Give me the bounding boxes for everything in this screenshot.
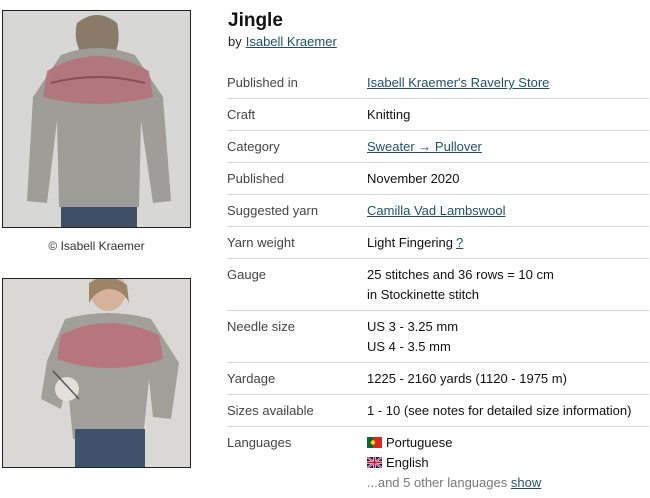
- sweater-front-photo: [3, 279, 190, 467]
- category-link[interactable]: Sweater → Pullover: [367, 139, 482, 154]
- store-link[interactable]: Isabell Kraemer's Ravelry Store: [367, 75, 549, 90]
- detail-row-needles: Needle size US 3 - 3.25 mm US 4 - 3.5 mm: [227, 311, 649, 363]
- detail-row-published-in: Published in Isabell Kraemer's Ravelry S…: [227, 67, 649, 99]
- photo-caption: © Isabell Kraemer: [2, 239, 191, 253]
- detail-row-published: Published November 2020: [227, 163, 649, 195]
- craft-value: Knitting: [367, 99, 649, 131]
- pattern-photo-front[interactable]: [2, 278, 191, 468]
- detail-row-craft: Craft Knitting: [227, 99, 649, 131]
- detail-row-gauge: Gauge 25 stitches and 36 rows = 10 cm in…: [227, 259, 649, 311]
- pattern-title: Jingle: [228, 10, 283, 32]
- designer-link[interactable]: Isabell Kraemer: [246, 34, 337, 49]
- uk-flag-icon: [367, 457, 382, 468]
- detail-label: Published: [227, 163, 367, 195]
- sweater-back-photo: [3, 11, 190, 227]
- gauge-line-1: 25 stitches and 36 rows = 10 cm: [367, 265, 649, 285]
- show-languages-link[interactable]: show: [511, 475, 541, 490]
- detail-label: Suggested yarn: [227, 195, 367, 227]
- published-value: November 2020: [367, 163, 649, 195]
- detail-label: Category: [227, 131, 367, 163]
- by-prefix: by: [228, 34, 242, 49]
- more-languages: ...and 5 other languages show: [367, 473, 649, 493]
- needle-size-1: US 3 - 3.25 mm: [367, 317, 649, 337]
- detail-row-languages: Languages Portuguese English ...and 5 ot…: [227, 427, 649, 498]
- detail-row-yarn: Suggested yarn Camilla Vad Lambswool: [227, 195, 649, 227]
- language-item: Portuguese: [367, 433, 649, 453]
- detail-label: Published in: [227, 67, 367, 99]
- portugal-flag-icon: [367, 437, 382, 448]
- yarn-link[interactable]: Camilla Vad Lambswool: [367, 203, 506, 218]
- needle-size-2: US 4 - 3.5 mm: [367, 337, 649, 357]
- byline: by Isabell Kraemer: [228, 34, 337, 49]
- gauge-line-2: in Stockinette stitch: [367, 285, 649, 305]
- yardage-value: 1225 - 2160 yards (1120 - 1975 m): [367, 363, 649, 395]
- detail-label: Needle size: [227, 311, 367, 363]
- yarn-weight-help-link[interactable]: ?: [456, 235, 463, 250]
- detail-label: Gauge: [227, 259, 367, 311]
- detail-label: Craft: [227, 99, 367, 131]
- detail-row-category: Category Sweater → Pullover: [227, 131, 649, 163]
- detail-row-sizes: Sizes available 1 - 10 (see notes for de…: [227, 395, 649, 427]
- pattern-details-table: Published in Isabell Kraemer's Ravelry S…: [227, 67, 649, 498]
- language-item: English: [367, 453, 649, 473]
- detail-row-yarn-weight: Yarn weight Light Fingering?: [227, 227, 649, 259]
- yarn-weight-value: Light Fingering: [367, 235, 453, 250]
- pattern-photo-back[interactable]: [2, 10, 191, 228]
- sizes-value: 1 - 10 (see notes for detailed size info…: [367, 395, 649, 427]
- more-languages-text: ...and 5 other languages: [367, 475, 507, 490]
- detail-label: Languages: [227, 427, 367, 498]
- detail-label: Sizes available: [227, 395, 367, 427]
- detail-label: Yarn weight: [227, 227, 367, 259]
- detail-row-yardage: Yardage 1225 - 2160 yards (1120 - 1975 m…: [227, 363, 649, 395]
- detail-label: Yardage: [227, 363, 367, 395]
